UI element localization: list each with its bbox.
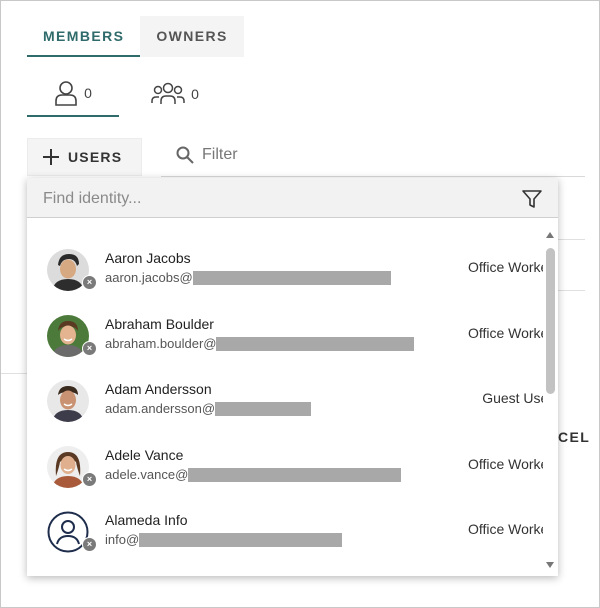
add-users-button[interactable]: USERS: [27, 138, 142, 176]
identity-name: Aaron Jacobs: [105, 250, 191, 266]
plus-icon: [43, 149, 59, 165]
identity-email-prefix: abraham.boulder@: [105, 336, 217, 351]
email-redaction: [215, 401, 312, 416]
tab-owners[interactable]: OWNERS: [140, 16, 244, 57]
member-type-tabs: 0 0: [27, 71, 221, 117]
identity-name: Adele Vance: [105, 447, 184, 463]
identity-row[interactable]: × Adele Vance adele.vance@ Office Worker: [27, 442, 543, 506]
identity-name: Adam Andersson: [105, 381, 212, 397]
identity-role: Office Worker: [467, 259, 543, 275]
email-redaction: [188, 467, 402, 482]
identity-picker-popup: × Aaron Jacobs aaron.jacobs@ Office Work…: [27, 178, 558, 576]
identity-row[interactable]: × Abraham Boulder abraham.boulder@ Offic…: [27, 311, 543, 375]
email-redaction: [139, 532, 343, 547]
scrollbar-thumb[interactable]: [546, 248, 555, 394]
group-icon: [151, 82, 185, 104]
identity-email: adam.andersson@: [105, 401, 312, 416]
identity-email: abraham.boulder@: [105, 336, 415, 351]
identity-role: Guest User: [482, 390, 543, 406]
avatar: [47, 380, 89, 422]
identity-row[interactable]: × Aaron Jacobs aaron.jacobs@ Office Work…: [27, 245, 543, 309]
identity-email-prefix: adam.andersson@: [105, 401, 216, 416]
identity-email-prefix: aaron.jacobs@: [105, 270, 193, 285]
status-x-icon: ×: [82, 275, 97, 290]
filter-underline: [161, 176, 585, 177]
identity-row[interactable]: × Alameda Info info@ Office Worker: [27, 507, 543, 571]
identity-email-prefix: info@: [105, 532, 140, 547]
scroll-up-arrow-icon[interactable]: [546, 232, 554, 238]
users-count: 0: [84, 85, 92, 101]
email-redaction: [192, 270, 391, 285]
identity-name: Abraham Boulder: [105, 316, 214, 332]
filter-placeholder: Filter: [202, 146, 238, 163]
identity-email: aaron.jacobs@: [105, 270, 391, 285]
email-redaction: [216, 336, 415, 351]
identity-email: info@: [105, 532, 343, 547]
divider: [558, 239, 585, 240]
identity-role: Office Worker: [467, 521, 543, 537]
add-users-label: USERS: [68, 149, 123, 165]
status-x-icon: ×: [82, 537, 97, 552]
scrollbar[interactable]: [543, 226, 558, 576]
identity-email: adele.vance@: [105, 467, 402, 482]
cancel-button[interactable]: CEL: [558, 429, 598, 445]
user-icon: [55, 81, 77, 106]
search-icon: [176, 146, 194, 164]
identity-row[interactable]: Adam Andersson adam.andersson@ Guest Use…: [27, 376, 543, 440]
sub-tab-groups[interactable]: 0: [129, 71, 221, 117]
scroll-down-arrow-icon[interactable]: [546, 562, 554, 568]
divider: [558, 290, 585, 291]
app-frame: MEMBERS OWNERS 0 0 USERS Filter CEL Find…: [0, 0, 600, 608]
status-x-icon: ×: [82, 472, 97, 487]
find-identity-input[interactable]: [41, 185, 505, 213]
sub-tab-users[interactable]: 0: [27, 71, 119, 117]
funnel-icon[interactable]: [521, 188, 543, 210]
identity-list: × Aaron Jacobs aaron.jacobs@ Office Work…: [27, 218, 543, 576]
identity-email-prefix: adele.vance@: [105, 467, 189, 482]
groups-count: 0: [191, 86, 199, 102]
identity-row[interactable]: [27, 573, 543, 576]
filter-field[interactable]: Filter: [176, 146, 238, 164]
identity-role: Office Worker: [467, 325, 543, 341]
status-x-icon: ×: [82, 341, 97, 356]
divider: [1, 373, 28, 374]
tab-members[interactable]: MEMBERS: [27, 16, 141, 57]
identity-role: Office Worker: [467, 456, 543, 472]
tab-bar: MEMBERS OWNERS: [27, 16, 244, 57]
find-identity-bar: [27, 178, 558, 218]
identity-name: Alameda Info: [105, 512, 188, 528]
